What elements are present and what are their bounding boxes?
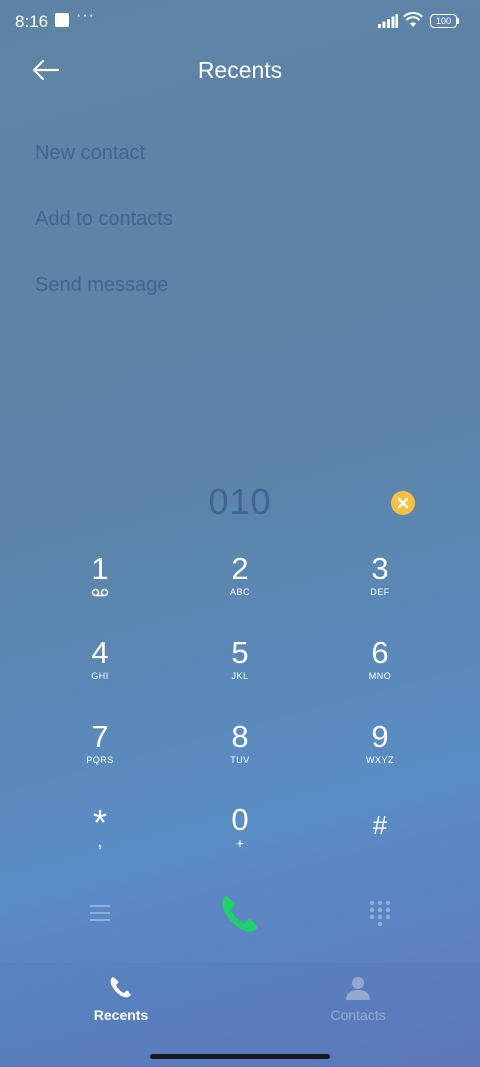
key-letters: MNO [368, 671, 392, 681]
phone-icon[interactable] [216, 890, 264, 938]
tab-label: Contacts [330, 1007, 386, 1023]
key-digit: 7 [91, 719, 109, 754]
status-dots: ··· [76, 7, 95, 24]
key-6[interactable]: 6 MNO [320, 636, 440, 706]
voicemail-icon [91, 588, 109, 597]
signal-icon [378, 14, 398, 28]
notification-square-icon [55, 13, 69, 27]
tab-recents[interactable]: Recents [41, 975, 201, 1023]
battery-icon: 100 [430, 14, 460, 28]
key-letters: WXYZ [366, 755, 394, 765]
new-contact-option[interactable]: New contact [35, 142, 145, 165]
key-digit: 8 [231, 719, 249, 754]
tab-label: Recents [93, 1007, 149, 1023]
key-letters: DEF [370, 587, 390, 597]
key-digit: 6 [371, 635, 389, 670]
clear-x-icon[interactable] [391, 491, 415, 515]
menu-icon[interactable] [88, 902, 112, 924]
phone-icon [110, 977, 131, 998]
key-letters: TUV [230, 755, 250, 765]
key-digit: 3 [371, 551, 389, 586]
key-0[interactable]: 0 + [180, 803, 300, 873]
send-message-option[interactable]: Send message [35, 274, 168, 297]
person-icon [346, 977, 370, 1000]
key-1[interactable]: 1 [40, 552, 160, 622]
key-digit: 4 [91, 635, 109, 670]
page-title: Recents [197, 57, 283, 83]
key-3[interactable]: 3 DEF [320, 552, 440, 622]
key-letters: PQRS [86, 755, 114, 765]
wifi-icon [403, 12, 423, 27]
key-letters: GHI [91, 671, 109, 681]
status-time: 8:16 [15, 12, 49, 31]
key-star[interactable]: * , [40, 805, 160, 875]
key-8[interactable]: 8 TUV [180, 720, 300, 790]
key-digit: 1 [91, 551, 109, 586]
key-9[interactable]: 9 WXYZ [320, 720, 440, 790]
battery-level: 100 [435, 16, 452, 26]
add-to-contacts-option[interactable]: Add to contacts [35, 208, 173, 231]
tab-contacts[interactable]: Contacts [278, 975, 438, 1023]
key-hash[interactable]: # [320, 808, 440, 878]
key-letters: + [235, 835, 245, 851]
dialpad-icon[interactable] [369, 900, 391, 928]
key-4[interactable]: 4 GHI [40, 636, 160, 706]
status-bar: 8:16 ··· 100 [0, 0, 480, 44]
key-7[interactable]: 7 PQRS [40, 720, 160, 790]
key-letters: , [97, 831, 103, 851]
key-digit: 2 [231, 551, 249, 586]
home-indicator[interactable] [150, 1054, 330, 1059]
key-digit: 0 [231, 802, 249, 837]
key-2[interactable]: 2 ABC [180, 552, 300, 622]
key-digit: # [372, 810, 388, 840]
key-digit: 5 [231, 635, 249, 670]
key-5[interactable]: 5 JKL [180, 636, 300, 706]
key-digit: 9 [371, 719, 389, 754]
key-letters: ABC [229, 587, 250, 597]
key-letters: JKL [231, 671, 249, 681]
